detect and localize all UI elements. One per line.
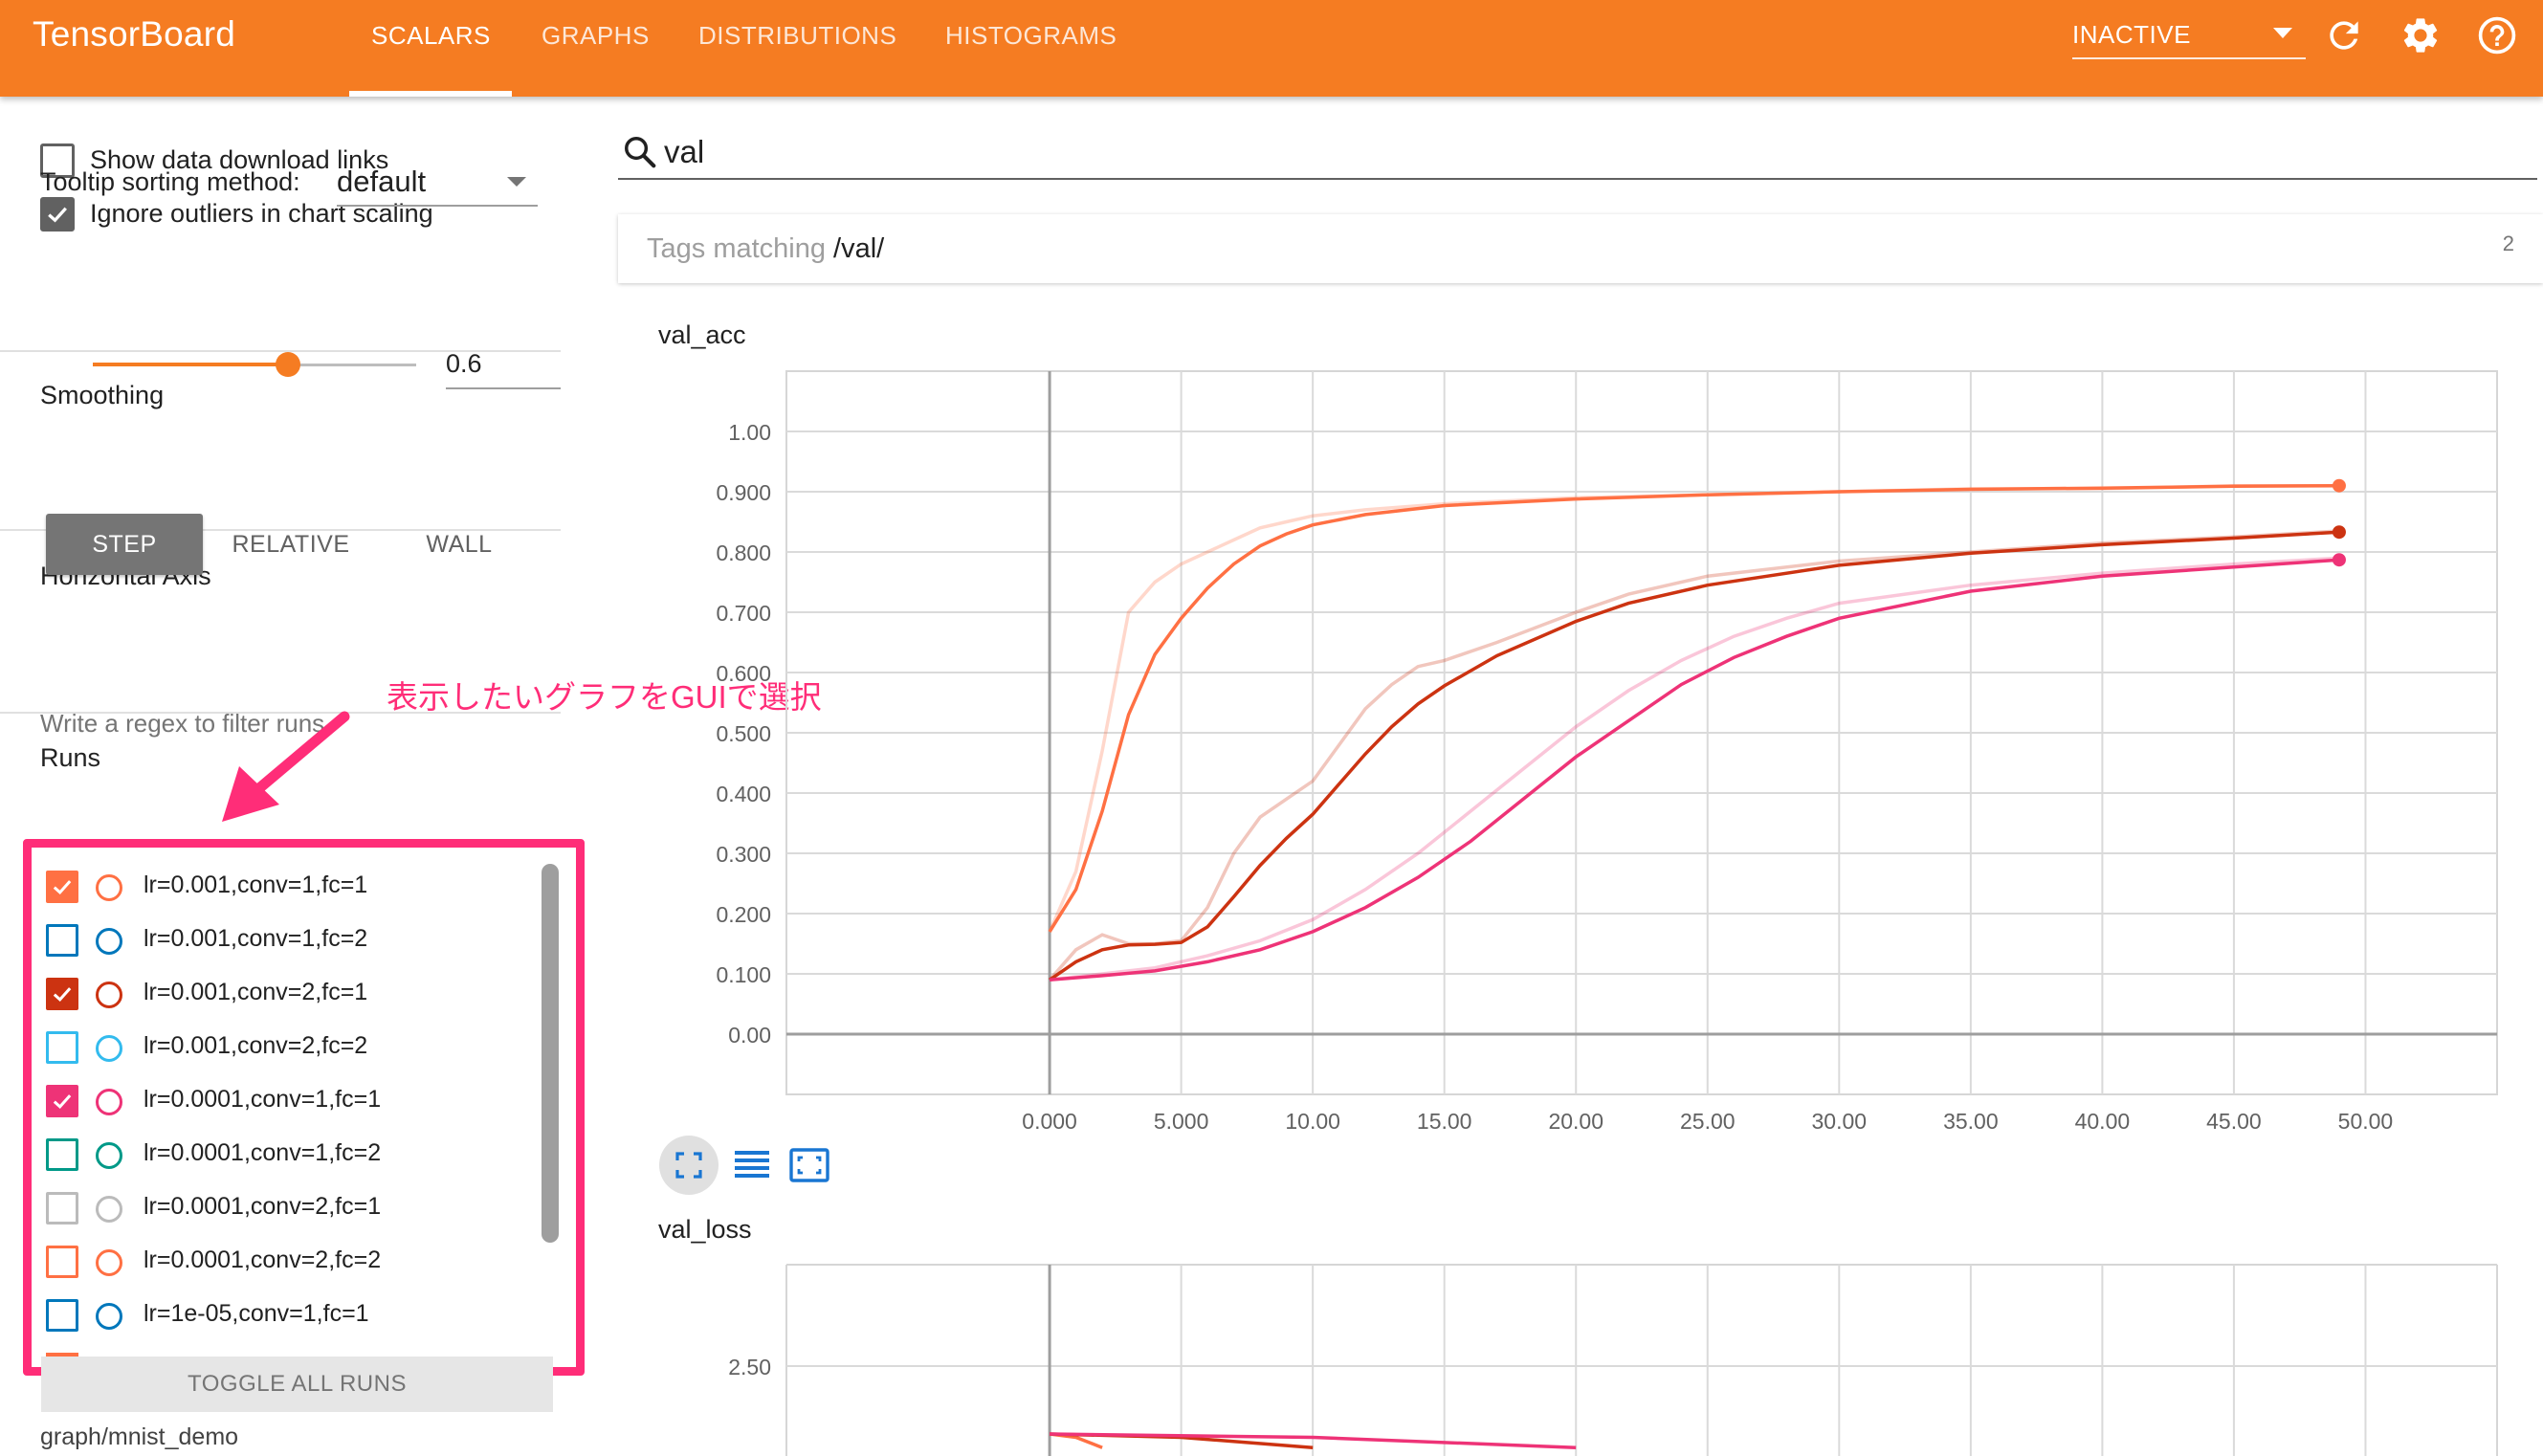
data-table-icon[interactable] bbox=[721, 1135, 783, 1196]
x-tick-label: 30.00 bbox=[1812, 1109, 1868, 1134]
active-tab-indicator bbox=[349, 91, 512, 97]
series-end-point bbox=[2332, 525, 2346, 540]
series-raw-line bbox=[1049, 556, 2340, 982]
fit-to-data-icon[interactable] bbox=[658, 1135, 719, 1196]
x-tick-label: 40.00 bbox=[2075, 1109, 2131, 1134]
y-tick-label: 0.100 bbox=[716, 962, 771, 987]
tab-scalars[interactable]: SCALARS bbox=[371, 21, 491, 51]
y-tick-label: 0.400 bbox=[716, 782, 771, 806]
inactive-dashboards-select[interactable]: INACTIVE bbox=[2072, 13, 2306, 59]
chevron-down-icon bbox=[2273, 28, 2292, 38]
scalar-charts[interactable]: 0.00 0.100 0.200 0.300 0.400 0.500 0.600 0.700 0… bbox=[0, 0, 2543, 1456]
y-tick-label: 2.50 bbox=[728, 1355, 771, 1379]
inactive-select-label: INACTIVE bbox=[2072, 20, 2191, 49]
y-tick-label: 0.600 bbox=[716, 661, 771, 686]
series-smoothed-line bbox=[1049, 558, 2340, 982]
refresh-icon[interactable] bbox=[2323, 14, 2365, 56]
settings-icon[interactable] bbox=[2399, 14, 2442, 56]
series-raw-line bbox=[1048, 529, 2340, 982]
top-app-bar: TensorBoard SCALARS GRAPHS DISTRIBUTIONS… bbox=[0, 0, 2543, 97]
x-tick-label: 0.000 bbox=[1022, 1109, 1077, 1134]
y-tick-label: 0.700 bbox=[716, 601, 771, 626]
fit-domain-icon[interactable] bbox=[779, 1135, 840, 1196]
app-title: TensorBoard bbox=[33, 14, 235, 54]
y-tick-label: 0.200 bbox=[716, 902, 771, 927]
x-tick-label: 15.00 bbox=[1417, 1109, 1472, 1134]
x-tick-label: 25.00 bbox=[1680, 1109, 1736, 1134]
x-tick-label: 10.00 bbox=[1285, 1109, 1340, 1134]
series-end-point bbox=[2332, 553, 2346, 567]
y-tick-label: 0.800 bbox=[716, 540, 771, 565]
tab-graphs[interactable]: GRAPHS bbox=[542, 21, 650, 51]
y-tick-label: 0.900 bbox=[716, 480, 771, 505]
tab-distributions[interactable]: DISTRIBUTIONS bbox=[698, 21, 896, 51]
y-tick-label: 1.00 bbox=[728, 420, 771, 445]
y-tick-label: 0.00 bbox=[728, 1023, 771, 1048]
x-tick-label: 45.00 bbox=[2206, 1109, 2262, 1134]
x-tick-label: 20.00 bbox=[1548, 1109, 1603, 1134]
y-tick-label: 0.500 bbox=[716, 721, 771, 746]
x-tick-label: 35.00 bbox=[1943, 1109, 1999, 1134]
series-end-point bbox=[2332, 478, 2346, 493]
y-tick-label: 0.300 bbox=[716, 842, 771, 867]
tab-histograms[interactable]: HISTOGRAMS bbox=[945, 21, 1117, 51]
help-icon[interactable] bbox=[2476, 14, 2518, 56]
x-tick-label: 50.00 bbox=[2338, 1109, 2394, 1134]
x-tick-label: 5.000 bbox=[1154, 1109, 1209, 1134]
